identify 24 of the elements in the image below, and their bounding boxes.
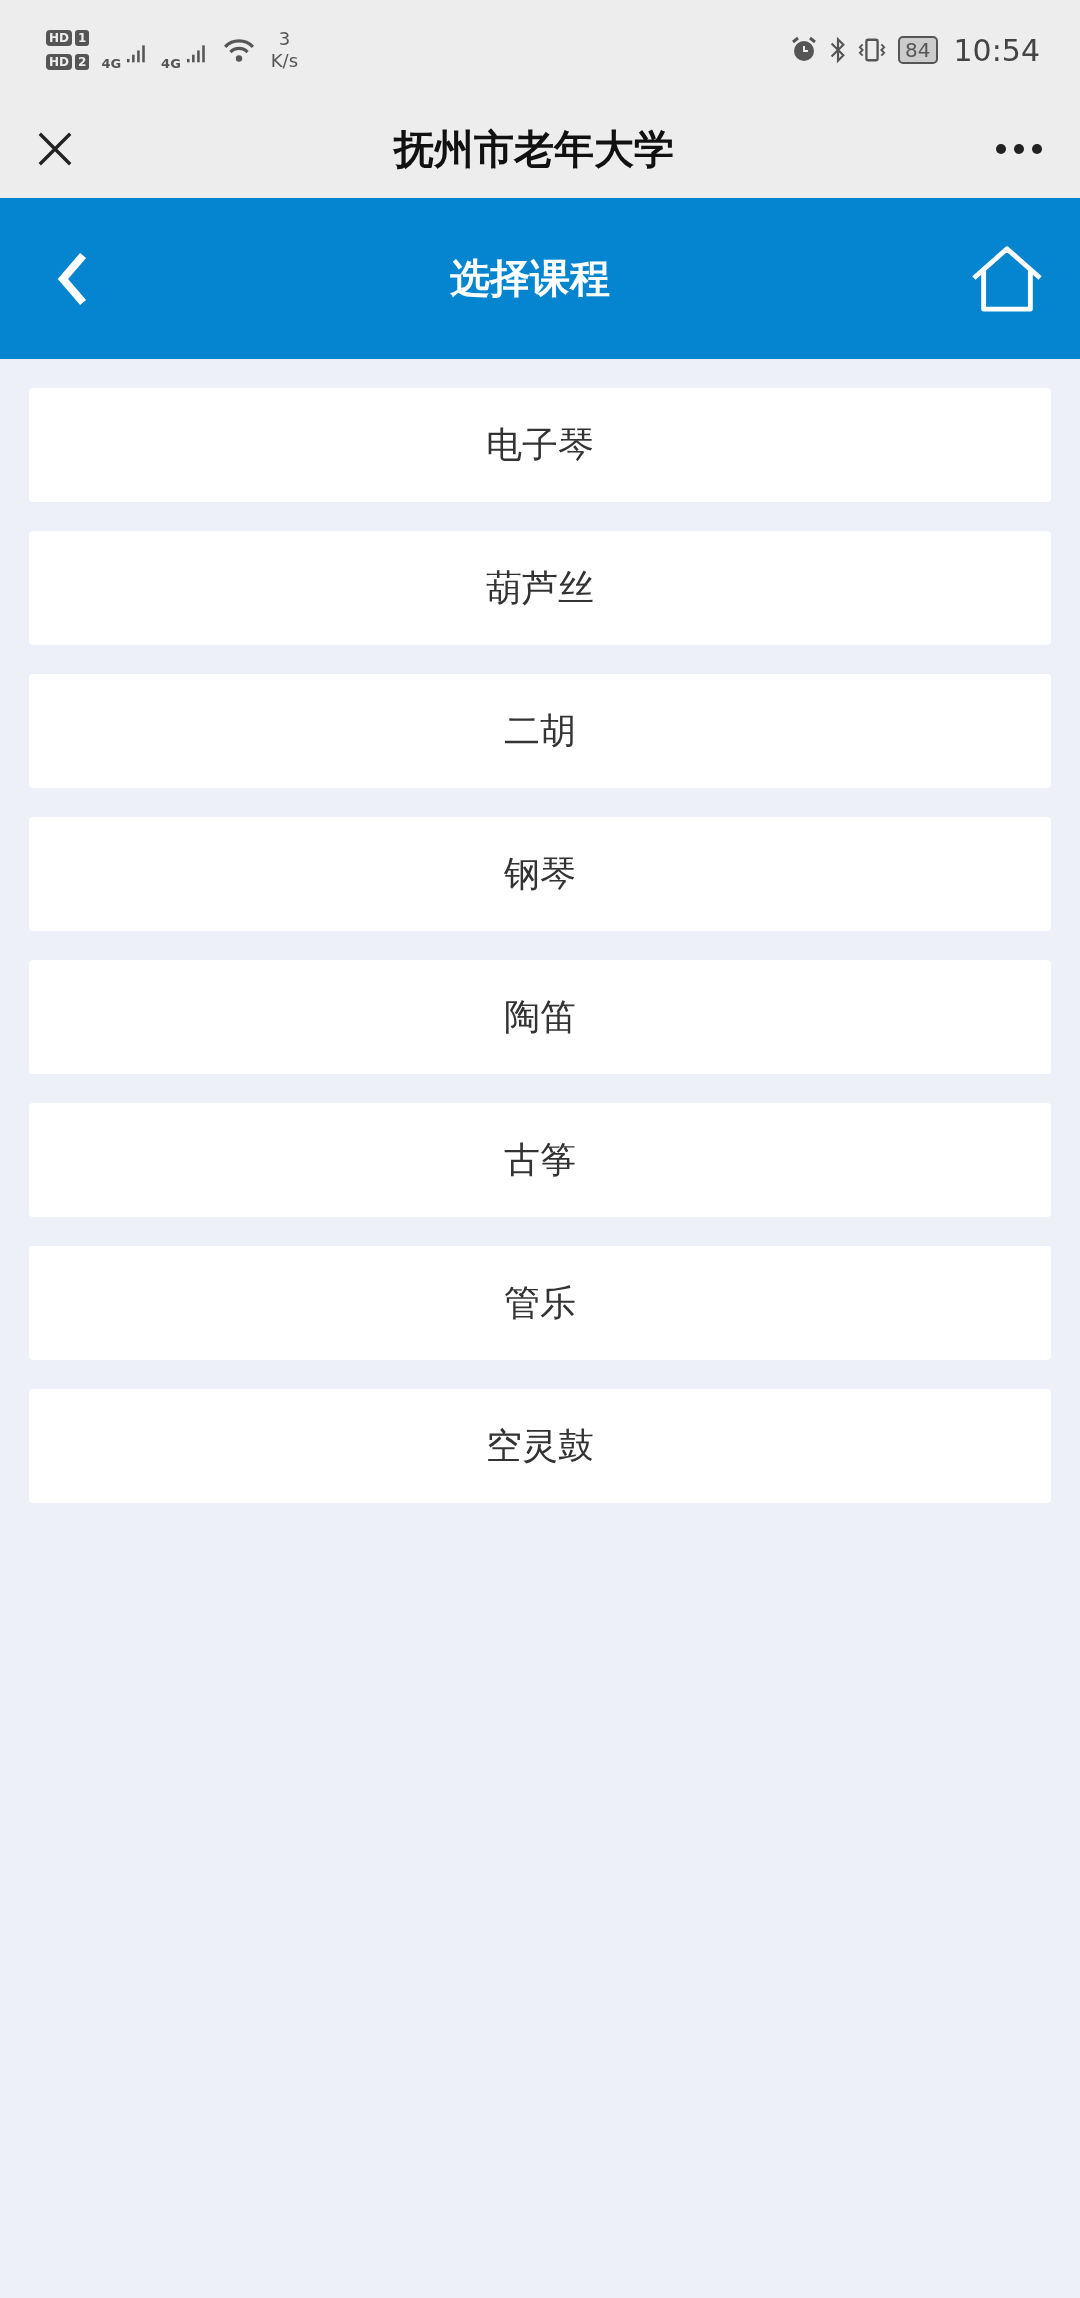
- page-title: 选择课程: [450, 254, 610, 303]
- course-item[interactable]: 管乐: [29, 1246, 1051, 1360]
- speed-unit: K/s: [270, 50, 299, 72]
- hd-badge: HD: [46, 30, 72, 46]
- more-icon[interactable]: [994, 142, 1044, 156]
- battery-level: 84: [898, 36, 938, 64]
- network-type: 4G: [161, 56, 181, 71]
- home-icon[interactable]: [970, 243, 1044, 314]
- sim-slot-badge: 2: [75, 54, 90, 70]
- course-item[interactable]: 电子琴: [29, 388, 1051, 502]
- window-title: 抚州市老年大学: [394, 124, 674, 174]
- sim-slot-badge: 1: [75, 30, 90, 46]
- course-item[interactable]: 二胡: [29, 674, 1051, 788]
- network-speed: 3: [278, 28, 291, 50]
- close-icon[interactable]: [36, 130, 74, 168]
- course-item[interactable]: 古筝: [29, 1103, 1051, 1217]
- hd-badge: HD: [46, 54, 72, 70]
- course-item[interactable]: 钢琴: [29, 817, 1051, 931]
- wifi-icon: [222, 37, 255, 63]
- clock-time: 10:54: [953, 32, 1040, 68]
- course-item[interactable]: 陶笛: [29, 960, 1051, 1074]
- course-item[interactable]: 葫芦丝: [29, 531, 1051, 645]
- network-type: 4G: [101, 56, 122, 71]
- course-item[interactable]: 空灵鼓: [29, 1389, 1051, 1503]
